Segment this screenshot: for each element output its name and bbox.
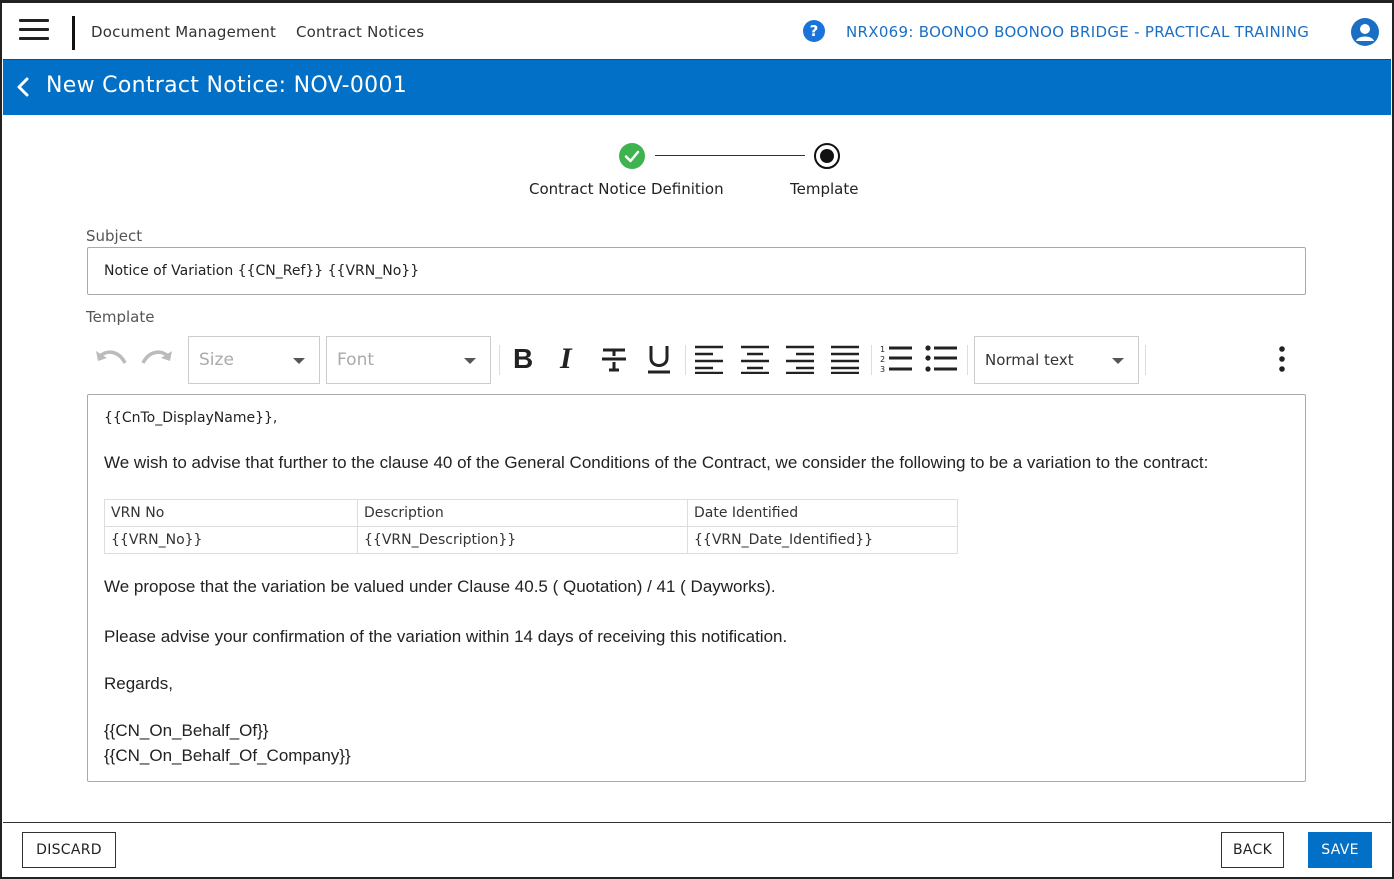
table-row: {{VRN_No}} {{VRN_Description}} {{VRN_Dat… bbox=[104, 526, 958, 554]
align-center-icon[interactable] bbox=[736, 333, 774, 385]
redo-icon[interactable] bbox=[137, 333, 177, 385]
ordered-list-icon[interactable]: 123 bbox=[877, 333, 915, 385]
toolbar-separator bbox=[967, 345, 968, 375]
svg-text:1: 1 bbox=[880, 345, 885, 354]
strikethrough-icon[interactable] bbox=[595, 333, 633, 385]
chevron-down-icon bbox=[1112, 358, 1124, 364]
block-format-select[interactable]: Normal text bbox=[974, 336, 1139, 384]
table-header-cell: VRN No bbox=[104, 499, 358, 527]
table-row: VRN No Description Date Identified bbox=[104, 499, 958, 527]
align-left-icon[interactable] bbox=[690, 333, 728, 385]
more-vertical-icon[interactable] bbox=[1267, 333, 1297, 385]
divider bbox=[72, 16, 75, 50]
underline-icon[interactable] bbox=[640, 333, 678, 385]
breadcrumb-contract-notices[interactable]: Contract Notices bbox=[296, 23, 424, 41]
table-header-cell: Description bbox=[357, 499, 688, 527]
editor-toolbar: Size Font B I 123 Normal text bbox=[87, 333, 1306, 387]
editor-signature-line-1: {{CN_On_Behalf_Of}} bbox=[104, 721, 269, 740]
svg-text:B: B bbox=[513, 344, 533, 374]
page-header: New Contract Notice: NOV-0001 bbox=[3, 59, 1391, 115]
footer-divider bbox=[3, 822, 1391, 823]
font-family-select[interactable]: Font bbox=[326, 336, 491, 384]
step-completed-check-icon[interactable] bbox=[619, 143, 645, 169]
toolbar-separator bbox=[1145, 345, 1146, 375]
editor-confirm-paragraph: Please advise your confirmation of the v… bbox=[104, 627, 788, 646]
font-size-select[interactable]: Size bbox=[188, 336, 320, 384]
svg-text:3: 3 bbox=[880, 365, 885, 374]
back-button[interactable]: BACK bbox=[1221, 832, 1284, 868]
align-justify-icon[interactable] bbox=[826, 333, 864, 385]
template-editor[interactable]: {{CnTo_DisplayName}}, We wish to advise … bbox=[87, 394, 1306, 782]
breadcrumb-document-management[interactable]: Document Management bbox=[91, 23, 276, 41]
discard-button[interactable]: DISCARD bbox=[22, 832, 116, 868]
editor-proposal-paragraph: We propose that the variation be valued … bbox=[104, 577, 776, 596]
subject-label: Subject bbox=[86, 227, 143, 245]
user-account-icon[interactable] bbox=[1351, 18, 1379, 46]
align-right-icon[interactable] bbox=[781, 333, 819, 385]
svg-text:I: I bbox=[559, 344, 573, 374]
editor-intro-paragraph: We wish to advise that further to the cl… bbox=[104, 453, 1209, 472]
stepper-connector bbox=[655, 155, 805, 156]
chevron-down-icon bbox=[464, 358, 476, 364]
step-label-template: Template bbox=[790, 180, 859, 198]
template-label: Template bbox=[86, 308, 155, 326]
font-size-placeholder: Size bbox=[199, 350, 234, 370]
editor-regards: Regards, bbox=[104, 674, 173, 693]
hamburger-menu-icon[interactable] bbox=[19, 19, 49, 43]
table-cell: {{VRN_No}} bbox=[104, 526, 358, 554]
vrn-table: VRN No Description Date Identified {{VRN… bbox=[104, 499, 958, 554]
help-icon[interactable]: ? bbox=[803, 20, 825, 42]
italic-icon[interactable]: I bbox=[551, 333, 585, 385]
table-header-cell: Date Identified bbox=[687, 499, 958, 527]
editor-greeting: {{CnTo_DisplayName}}, bbox=[104, 410, 278, 426]
block-format-value: Normal text bbox=[985, 351, 1074, 369]
step-current-indicator-icon bbox=[814, 143, 840, 169]
step-label-definition[interactable]: Contract Notice Definition bbox=[529, 180, 724, 198]
back-chevron-icon[interactable] bbox=[12, 75, 36, 99]
subject-input[interactable] bbox=[87, 247, 1306, 295]
editor-signature-line-2: {{CN_On_Behalf_Of_Company}} bbox=[104, 746, 351, 765]
undo-icon[interactable] bbox=[91, 333, 131, 385]
svg-text:2: 2 bbox=[880, 355, 885, 364]
toolbar-separator bbox=[685, 345, 686, 375]
chevron-down-icon bbox=[293, 358, 305, 364]
project-name[interactable]: NRX069: BOONOO BOONOO BRIDGE - PRACTICAL… bbox=[846, 23, 1309, 41]
save-button[interactable]: SAVE bbox=[1308, 832, 1372, 868]
bold-icon[interactable]: B bbox=[505, 333, 539, 385]
toolbar-separator bbox=[871, 345, 872, 375]
table-cell: {{VRN_Date_Identified}} bbox=[687, 526, 958, 554]
table-cell: {{VRN_Description}} bbox=[357, 526, 688, 554]
font-family-placeholder: Font bbox=[337, 350, 375, 370]
toolbar-separator bbox=[499, 345, 500, 375]
top-bar: Document Management Contract Notices ? N… bbox=[3, 3, 1391, 59]
bullet-list-icon[interactable] bbox=[922, 333, 960, 385]
page-title: New Contract Notice: NOV-0001 bbox=[46, 73, 408, 98]
